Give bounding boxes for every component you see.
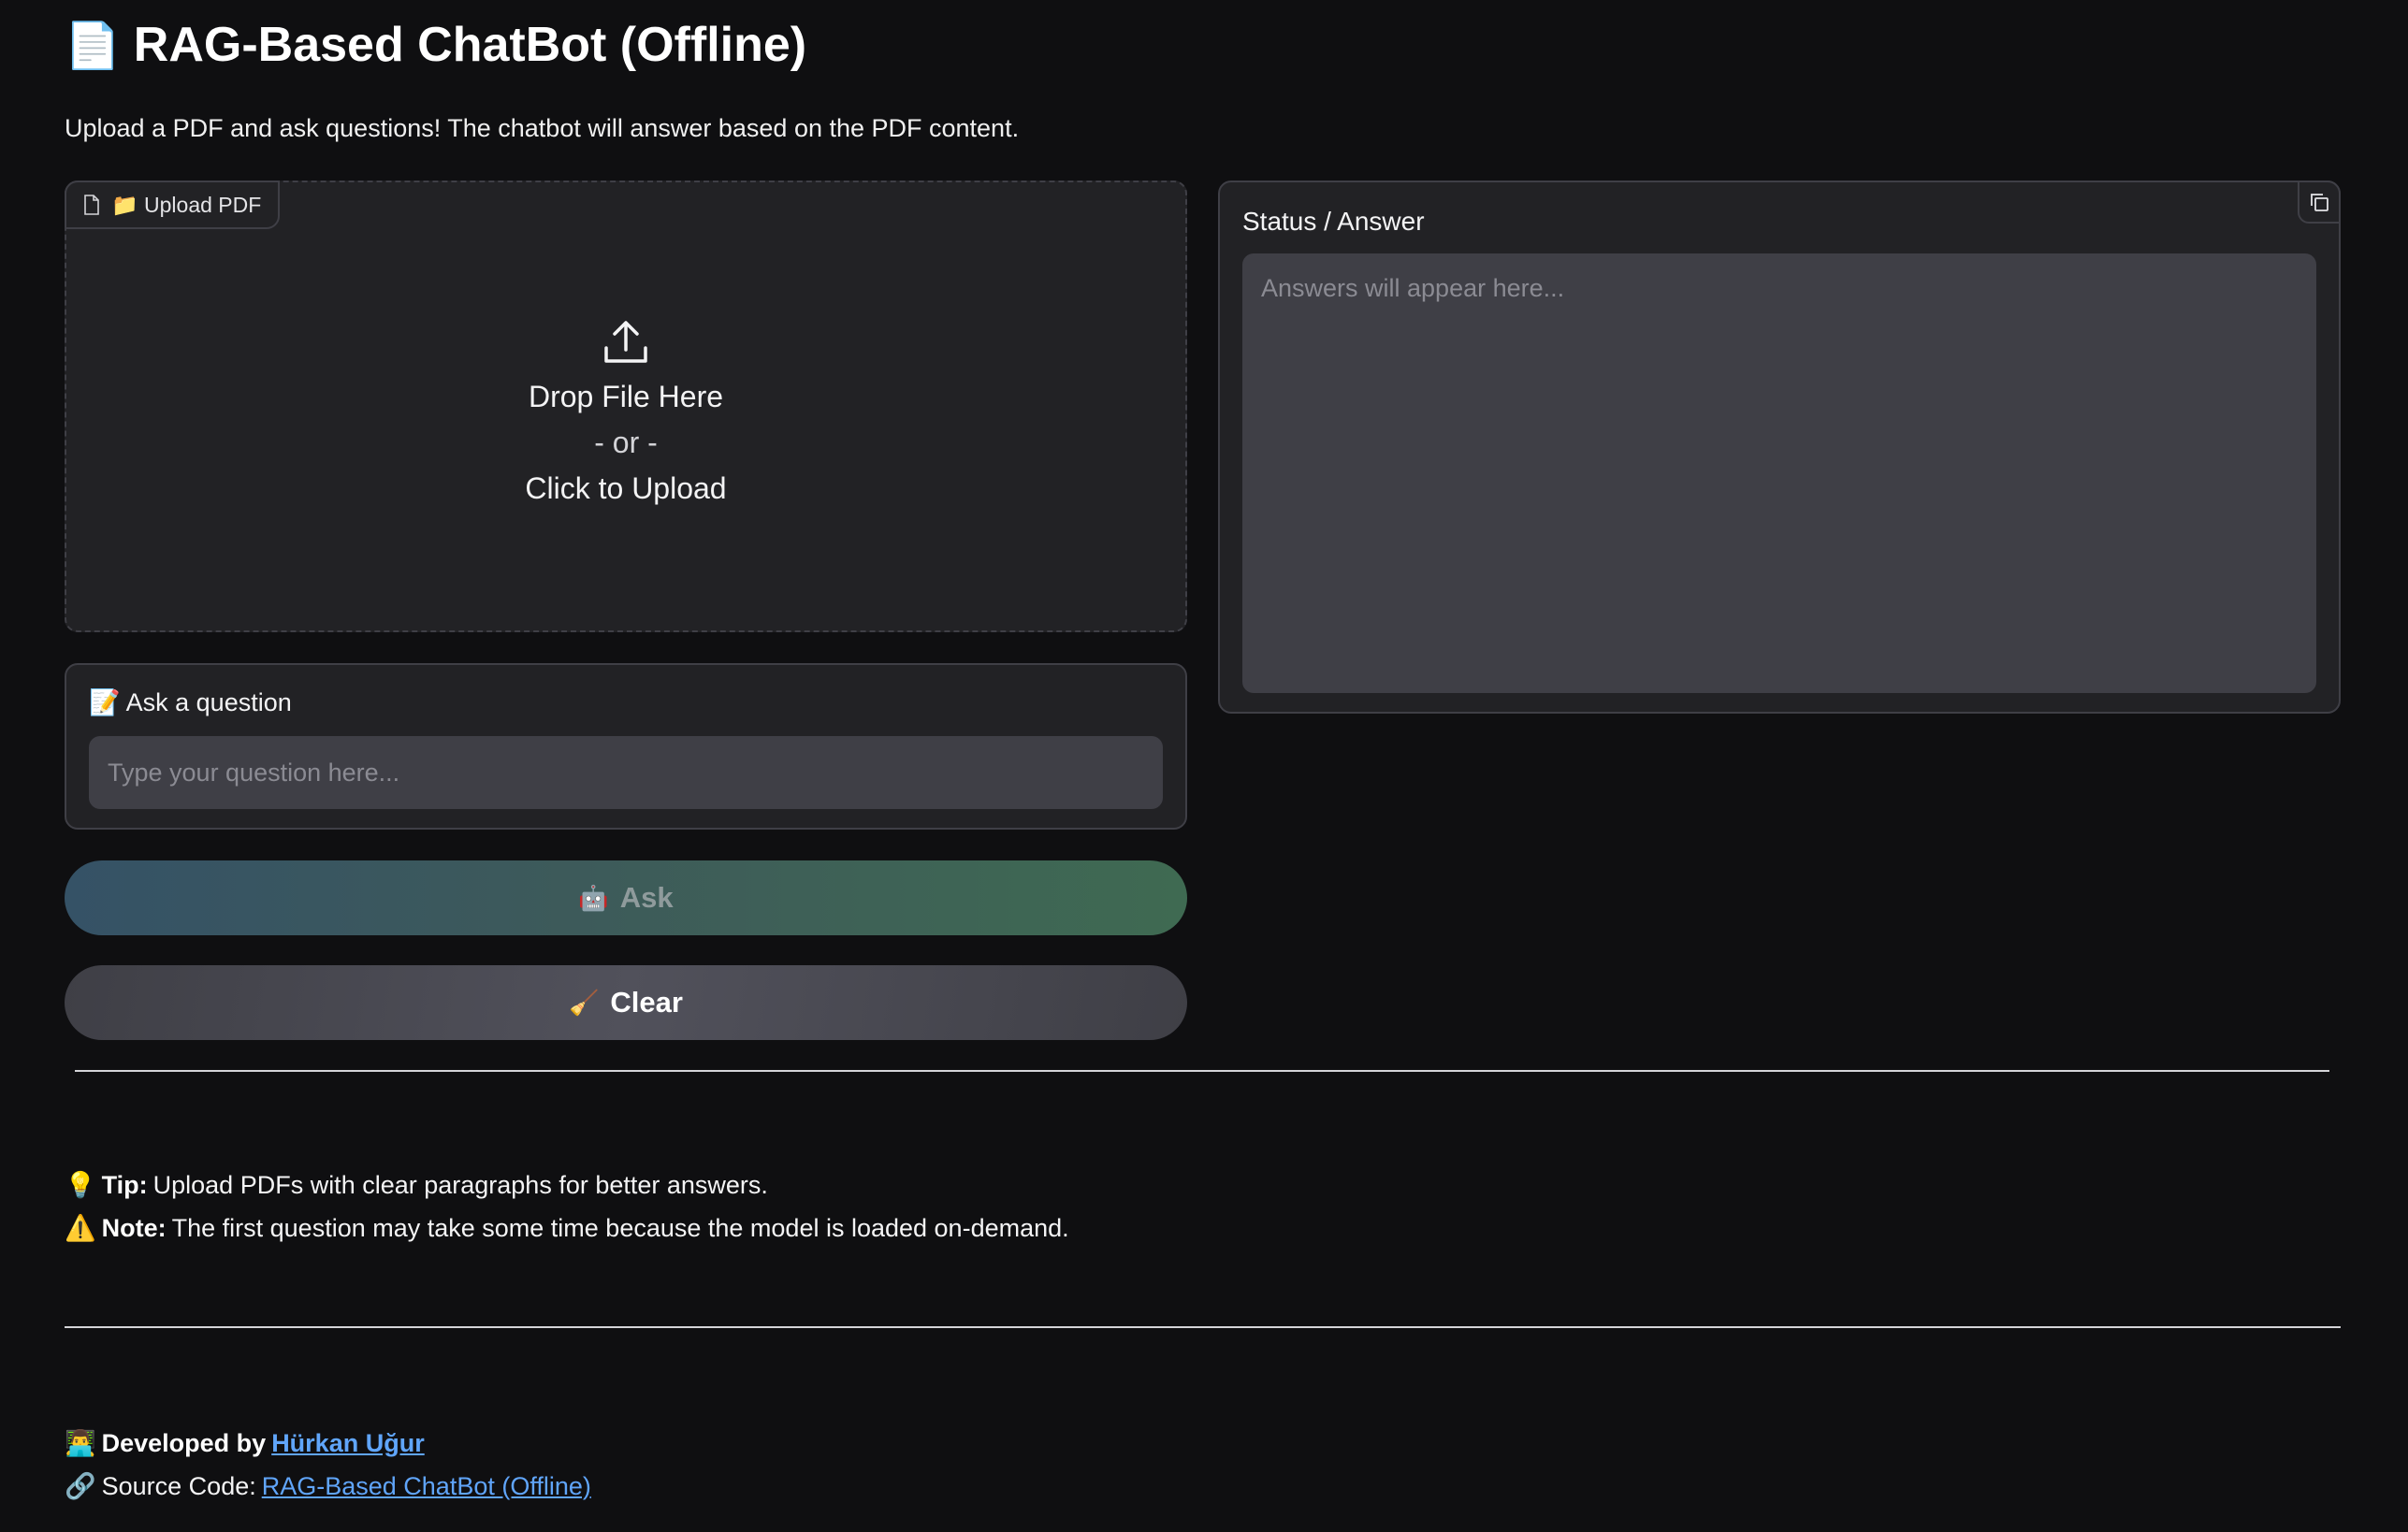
status-panel: Status / Answer bbox=[1218, 181, 2341, 714]
page-subtitle: Upload a PDF and ask questions! The chat… bbox=[65, 114, 1020, 142]
developer-prefix: Developed by bbox=[101, 1428, 267, 1457]
developer-link[interactable]: Hürkan Uğur bbox=[271, 1429, 425, 1458]
file-icon bbox=[83, 195, 100, 215]
developer-line: 👨‍💻 Developed by Hürkan Uğur bbox=[65, 1428, 425, 1458]
copy-icon bbox=[2311, 194, 2328, 211]
tip-label: Tip: bbox=[101, 1170, 148, 1199]
document-icon: 📄 bbox=[65, 21, 121, 71]
note-label: Note: bbox=[101, 1213, 167, 1242]
pdf-upload-dropzone[interactable]: 📁 Upload PDF Drop File Here - or - Click… bbox=[65, 181, 1187, 632]
app-page: 📄 RAG-Based ChatBot (Offline) Upload a P… bbox=[0, 0, 2408, 1532]
link-icon: 🔗 bbox=[65, 1472, 96, 1500]
question-input[interactable] bbox=[89, 736, 1163, 809]
upload-instructions: Drop File Here - or - Click to Upload bbox=[66, 318, 1185, 506]
upload-icon bbox=[601, 318, 651, 369]
clear-button-label: Clear bbox=[610, 986, 683, 1019]
or-text: - or - bbox=[594, 426, 658, 459]
upload-pdf-tab: 📁 Upload PDF bbox=[65, 181, 281, 229]
source-code-prefix: Source Code: bbox=[101, 1471, 256, 1500]
question-label: 📝 Ask a question bbox=[89, 688, 292, 716]
status-label: Status / Answer bbox=[1242, 207, 1425, 236]
page-title-text: RAG-Based ChatBot (Offline) bbox=[133, 18, 807, 72]
tip-text: Upload PDFs with clear paragraphs for be… bbox=[152, 1170, 768, 1199]
robot-icon: 🤖 bbox=[578, 883, 609, 912]
warning-icon: ⚠️ bbox=[65, 1214, 96, 1242]
copy-button[interactable] bbox=[2298, 181, 2341, 224]
source-code-link[interactable]: RAG-Based ChatBot (Offline) bbox=[262, 1472, 591, 1501]
click-to-upload-text: Click to Upload bbox=[525, 471, 727, 505]
developer-icon: 👨‍💻 bbox=[65, 1429, 96, 1457]
divider-bottom bbox=[65, 1326, 2341, 1328]
note-line: ⚠️ Note: The first question may take som… bbox=[65, 1213, 1069, 1243]
drop-file-text: Drop File Here bbox=[528, 380, 724, 413]
upload-pdf-label: 📁 Upload PDF bbox=[111, 192, 262, 217]
tip-line: 💡 Tip: Upload PDFs with clear paragraphs… bbox=[65, 1170, 768, 1200]
ask-button-label: Ask bbox=[619, 881, 674, 914]
page-title: 📄 RAG-Based ChatBot (Offline) bbox=[65, 17, 806, 73]
clear-button[interactable]: 🧹 Clear bbox=[65, 965, 1187, 1040]
ask-button[interactable]: 🤖 Ask bbox=[65, 860, 1187, 935]
question-panel: 📝 Ask a question bbox=[65, 663, 1187, 830]
lightbulb-icon: 💡 bbox=[65, 1171, 96, 1199]
answer-textarea[interactable] bbox=[1242, 253, 2316, 693]
note-text: The first question may take some time be… bbox=[171, 1213, 1069, 1242]
broom-icon: 🧹 bbox=[569, 988, 600, 1017]
divider-top bbox=[75, 1070, 2329, 1072]
source-code-line: 🔗 Source Code: RAG-Based ChatBot (Offlin… bbox=[65, 1471, 591, 1501]
